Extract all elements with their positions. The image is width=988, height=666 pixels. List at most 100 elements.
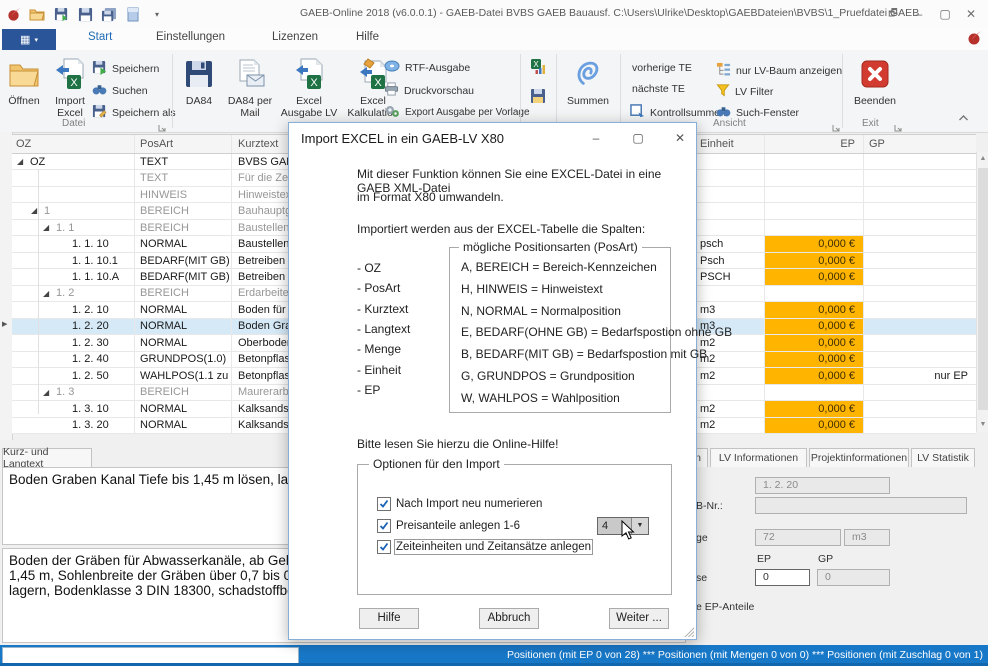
lv-baum-button[interactable]: nur LV-Baum anzeigen <box>716 62 842 79</box>
cancel-button[interactable]: Abbruch <box>479 608 539 629</box>
ribbon-style-icon[interactable]: 🗗 <box>880 3 906 25</box>
save-icon[interactable] <box>76 5 94 23</box>
header-oz[interactable]: OZ <box>12 135 135 153</box>
import-excel-button[interactable]: X Import Excel <box>48 56 92 119</box>
resize-grip[interactable] <box>683 626 694 637</box>
help-button[interactable]: Hilfe <box>359 608 419 629</box>
tab-lizenzen[interactable]: Lizenzen <box>272 31 318 43</box>
header-gp[interactable]: GP <box>864 135 976 153</box>
gp-cell <box>864 236 976 251</box>
tree-guide-line <box>38 169 39 414</box>
summen-button[interactable]: Summen <box>562 56 614 107</box>
tab-einstellungen[interactable]: Einstellungen <box>156 31 225 43</box>
ribbon: Öffnen X Import Excel Speichern Suchen S… <box>0 50 988 133</box>
kontrollsummen-button[interactable]: Kontrollsummen <box>630 104 726 121</box>
dialog-maximize-button[interactable]: ▢ <box>629 129 647 147</box>
tab-lv-statistik[interactable]: LV Statistik <box>911 448 975 467</box>
header-posart[interactable]: PosArt <box>135 135 232 153</box>
datei-dialog-launcher-icon[interactable] <box>158 120 167 132</box>
save-all-icon[interactable] <box>100 5 118 23</box>
posart-cell: BEREICH <box>135 219 232 236</box>
posart-item: N, NORMAL = Normalposition <box>461 303 621 318</box>
rtf-ausgabe-button[interactable]: RTF-Ausgabe <box>384 60 470 75</box>
da84-per-mail-button[interactable]: DA84 per Mail <box>224 56 276 119</box>
app-menu-button[interactable]: ▦ ▾ <box>2 29 56 50</box>
gears-export-icon <box>384 104 400 121</box>
scroll-down-icon[interactable]: ▼ <box>977 418 988 432</box>
option-label[interactable]: Nach Import neu numerieren <box>396 498 542 510</box>
stlb-field[interactable] <box>755 497 967 514</box>
rtf-disc-icon <box>384 60 400 75</box>
naechste-te-button[interactable]: nächste TE <box>632 83 685 95</box>
checkbox-icon[interactable] <box>377 518 391 533</box>
gp-cell <box>864 170 976 185</box>
posart-item: W, WAHLPOS = Wahlposition <box>461 390 620 405</box>
dialog-minimize-button[interactable]: – <box>587 129 605 147</box>
option-label[interactable]: Zeiteinheiten und Zeitansätze anlegen <box>393 539 594 555</box>
scroll-up-icon[interactable]: ▲ <box>977 152 988 166</box>
posart-cell: GRUNDPOS(1.0) <box>135 351 232 368</box>
dialog-intro-line2: im Format X80 umwandeln. <box>357 190 504 204</box>
save-export-icon[interactable] <box>52 5 70 23</box>
new-document-icon[interactable] <box>124 5 142 23</box>
ep-cell <box>765 384 864 401</box>
beenden-button[interactable]: Beenden <box>848 56 902 107</box>
tree-expand-icon[interactable]: ◢ <box>43 223 49 232</box>
oz-field[interactable]: 1. 2. 20 <box>755 477 890 494</box>
dialog-close-button[interactable]: ✕ <box>671 129 689 147</box>
tab-kurz-und-langtext[interactable]: Kurz- und Langtext <box>2 446 92 470</box>
save-view-button[interactable] <box>530 88 546 109</box>
table-vertical-scrollbar[interactable]: ▲ ▼ <box>976 152 988 432</box>
collapse-ribbon-icon[interactable] <box>958 114 969 125</box>
tree-expand-icon[interactable]: ◢ <box>43 388 49 397</box>
excel-statistik-button[interactable]: X <box>530 58 548 80</box>
header-einheit[interactable]: Einheit <box>693 135 765 153</box>
tab-lv-informationen[interactable]: LV Informationen <box>710 448 807 467</box>
quick-access-dropdown-icon[interactable]: ▾ <box>148 5 166 23</box>
einheit-field[interactable]: m3 <box>844 529 890 546</box>
save-button[interactable]: Speichern <box>92 60 159 78</box>
tree-expand-icon[interactable]: ◢ <box>31 206 37 215</box>
da84-button[interactable]: DA84 <box>177 56 221 107</box>
tab-hilfe[interactable]: Hilfe <box>356 31 379 43</box>
status-progress-box <box>2 647 299 664</box>
checkbox-icon[interactable] <box>377 540 391 554</box>
gp-field[interactable]: 0 <box>817 569 890 586</box>
minimize-button[interactable]: – <box>906 3 932 25</box>
exit-dialog-launcher-icon[interactable] <box>894 120 903 132</box>
splitter-expand-icon[interactable]: ▶ <box>2 320 7 328</box>
posart-legend: mögliche Positionsarten (PosArt) <box>459 240 642 254</box>
gp-cell <box>864 352 976 367</box>
maximize-button[interactable]: ▢ <box>932 3 958 25</box>
header-ep[interactable]: EP <box>765 135 864 153</box>
menge-field[interactable]: 72 <box>755 529 841 546</box>
ep-cell: 0,000 € <box>765 269 864 285</box>
tree-expand-icon[interactable]: ◢ <box>17 157 23 166</box>
excel-ausgabe-lv-button[interactable]: X Excel Ausgabe LV <box>280 56 338 119</box>
close-button[interactable]: ✕ <box>958 3 984 25</box>
open-button[interactable]: Öffnen <box>4 56 44 107</box>
gp-cell <box>864 187 976 202</box>
open-file-icon[interactable] <box>28 5 46 23</box>
oz-value: 1. 3. 10 <box>72 402 109 415</box>
about-logo-icon[interactable] <box>966 30 982 51</box>
vorherige-te-button[interactable]: vorherige TE <box>632 62 692 74</box>
einheit-cell <box>693 186 765 203</box>
tab-start[interactable]: Start <box>88 31 112 43</box>
ep-cell: 0,000 € <box>765 302 864 318</box>
tree-expand-icon[interactable]: ◢ <box>43 289 49 298</box>
tab-projektinformationen[interactable]: Projektinformationen <box>809 448 909 467</box>
ansicht-dialog-launcher-icon[interactable] <box>832 120 841 132</box>
search-button[interactable]: Suchen <box>92 82 148 99</box>
lv-filter-button[interactable]: LV Filter <box>716 83 773 100</box>
oz-value: 1. 1. 10 <box>72 238 109 251</box>
checkbox-icon[interactable] <box>377 497 391 511</box>
gp-cell <box>864 253 976 268</box>
option-label[interactable]: Preisanteile anlegen 1-6 <box>396 520 520 532</box>
ep-input[interactable]: 0 <box>755 569 810 586</box>
scrollbar-thumb[interactable] <box>978 168 988 410</box>
next-button[interactable]: Weiter ... <box>609 608 669 629</box>
export-vorlage-button[interactable]: Export Ausgabe per Vorlage <box>384 104 530 121</box>
save-green-icon <box>92 60 107 78</box>
druckvorschau-button[interactable]: Druckvorschau <box>384 82 474 99</box>
